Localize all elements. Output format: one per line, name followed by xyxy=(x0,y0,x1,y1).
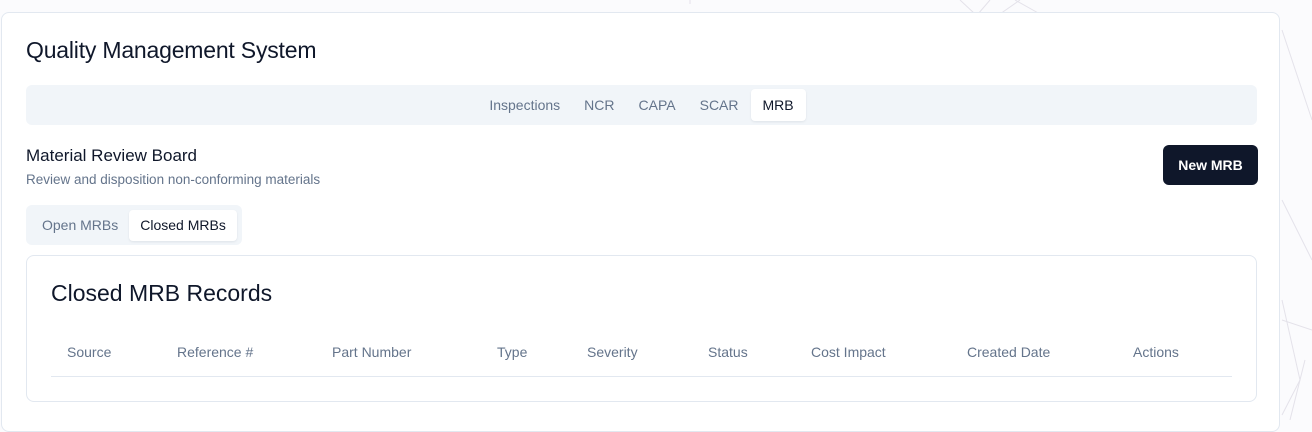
mrb-status-tabs: Open MRBs Closed MRBs xyxy=(26,205,242,245)
column-header-type[interactable]: Type xyxy=(497,328,527,376)
tab-inspections[interactable]: Inspections xyxy=(477,89,572,121)
page-title: Quality Management System xyxy=(26,37,317,63)
tab-open-mrbs[interactable]: Open MRBs xyxy=(31,210,129,241)
main-card: Quality Management System Inspections NC… xyxy=(1,12,1280,432)
tab-closed-mrbs[interactable]: Closed MRBs xyxy=(129,209,237,241)
column-header-created-date[interactable]: Created Date xyxy=(967,328,1050,376)
closed-records-card: Closed MRB Records Source Reference # Pa… xyxy=(26,255,1257,402)
column-header-severity[interactable]: Severity xyxy=(587,328,638,376)
tab-ncr[interactable]: NCR xyxy=(572,89,626,121)
section-title: Material Review Board xyxy=(26,146,198,165)
column-header-source[interactable]: Source xyxy=(67,328,111,376)
main-tabs: Inspections NCR CAPA SCAR MRB xyxy=(26,85,1257,125)
section-subtitle: Review and disposition non-conforming ma… xyxy=(26,172,321,187)
column-header-status[interactable]: Status xyxy=(708,328,748,376)
column-header-actions[interactable]: Actions xyxy=(1133,328,1179,376)
records-title: Closed MRB Records xyxy=(51,280,273,306)
tab-mrb[interactable]: MRB xyxy=(750,89,806,121)
table-header: Source Reference # Part Number Type Seve… xyxy=(51,328,1232,377)
column-header-cost-impact[interactable]: Cost Impact xyxy=(811,328,886,376)
new-mrb-button[interactable]: New MRB xyxy=(1163,145,1258,185)
tab-capa[interactable]: CAPA xyxy=(627,89,688,121)
column-header-part-number[interactable]: Part Number xyxy=(332,328,411,376)
column-header-reference[interactable]: Reference # xyxy=(177,328,253,376)
tab-scar[interactable]: SCAR xyxy=(688,89,751,121)
